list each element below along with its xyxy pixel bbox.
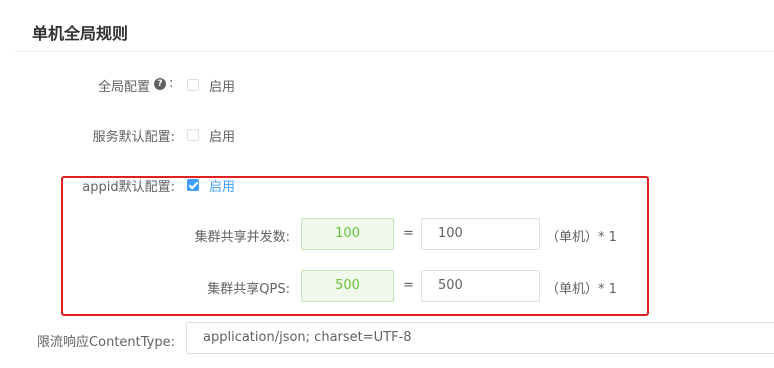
cluster-qps-input[interactable]: 500 [421,270,540,302]
service-default-checkbox[interactable] [187,129,199,141]
cluster-qps-unit: （单机）* 1 [546,282,617,297]
section-divider [14,51,774,52]
cluster-qps-computed: 500 [301,270,394,302]
cluster-concurrency-unit: （单机）* 1 [546,230,617,245]
service-default-checkbox-label[interactable]: 启用 [209,126,235,145]
cluster-concurrency-computed: 100 [301,218,394,250]
global-config-checkbox-label[interactable]: 启用 [209,76,235,95]
global-config-colon: : [169,76,174,91]
section-title: 单机全局规则 [32,24,129,43]
cluster-concurrency-label: 集群共享并发数: [194,230,290,245]
cluster-concurrency-equals: = [403,226,414,241]
service-default-label: 服务默认配置: [92,130,175,145]
help-icon[interactable]: ? [154,78,166,90]
cluster-concurrency-input[interactable]: 100 [421,218,540,250]
global-config-label: 全局配置 [97,80,150,95]
content-type-input[interactable]: application/json; charset=UTF-8 [186,322,774,354]
global-config-checkbox[interactable] [187,79,199,91]
content-type-label: 限流响应ContentType: [37,335,175,350]
cluster-qps-equals: = [403,278,414,293]
cluster-qps-label: 集群共享QPS: [207,282,290,297]
